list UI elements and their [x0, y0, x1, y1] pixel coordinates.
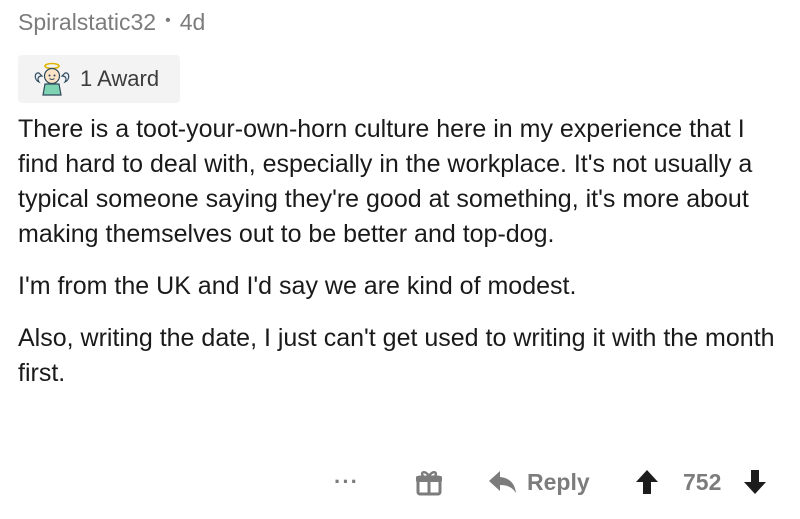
- comment-paragraph-3: Also, writing the date, I just can't get…: [18, 324, 775, 387]
- give-award-button[interactable]: [414, 458, 444, 506]
- comment-body: There is a toot-your-own-horn culture he…: [18, 112, 788, 408]
- reply-arrow-icon: [488, 469, 518, 495]
- meta-separator: •: [165, 12, 171, 29]
- upvote-button[interactable]: [634, 458, 660, 506]
- vote-score-value: 752: [683, 468, 722, 495]
- award-count-label: 1 Award: [80, 66, 160, 91]
- more-options-button[interactable]: ···: [334, 458, 359, 506]
- vote-score: 752: [683, 458, 721, 506]
- reply-button[interactable]: Reply: [488, 458, 590, 506]
- comment-paragraph-1: There is a toot-your-own-horn culture he…: [18, 115, 753, 248]
- downvote-button[interactable]: [742, 458, 768, 506]
- comment-age[interactable]: 4d: [180, 9, 206, 36]
- angel-award-icon: [32, 59, 72, 99]
- downvote-arrow-icon: [742, 468, 768, 496]
- upvote-arrow-icon: [634, 468, 660, 496]
- award-badge[interactable]: 1 Award: [18, 55, 180, 103]
- author-username[interactable]: Spiralstatic32: [18, 9, 156, 36]
- comment-paragraph-2: I'm from the UK and I'd say we are kind …: [18, 272, 577, 300]
- comment-actions-bar: ··· Reply 752: [0, 458, 800, 506]
- comment-meta: Spiralstatic32 • 4d: [18, 6, 205, 38]
- more-options-label: ···: [334, 469, 359, 494]
- reply-label: Reply: [527, 468, 590, 495]
- gift-icon: [414, 467, 444, 497]
